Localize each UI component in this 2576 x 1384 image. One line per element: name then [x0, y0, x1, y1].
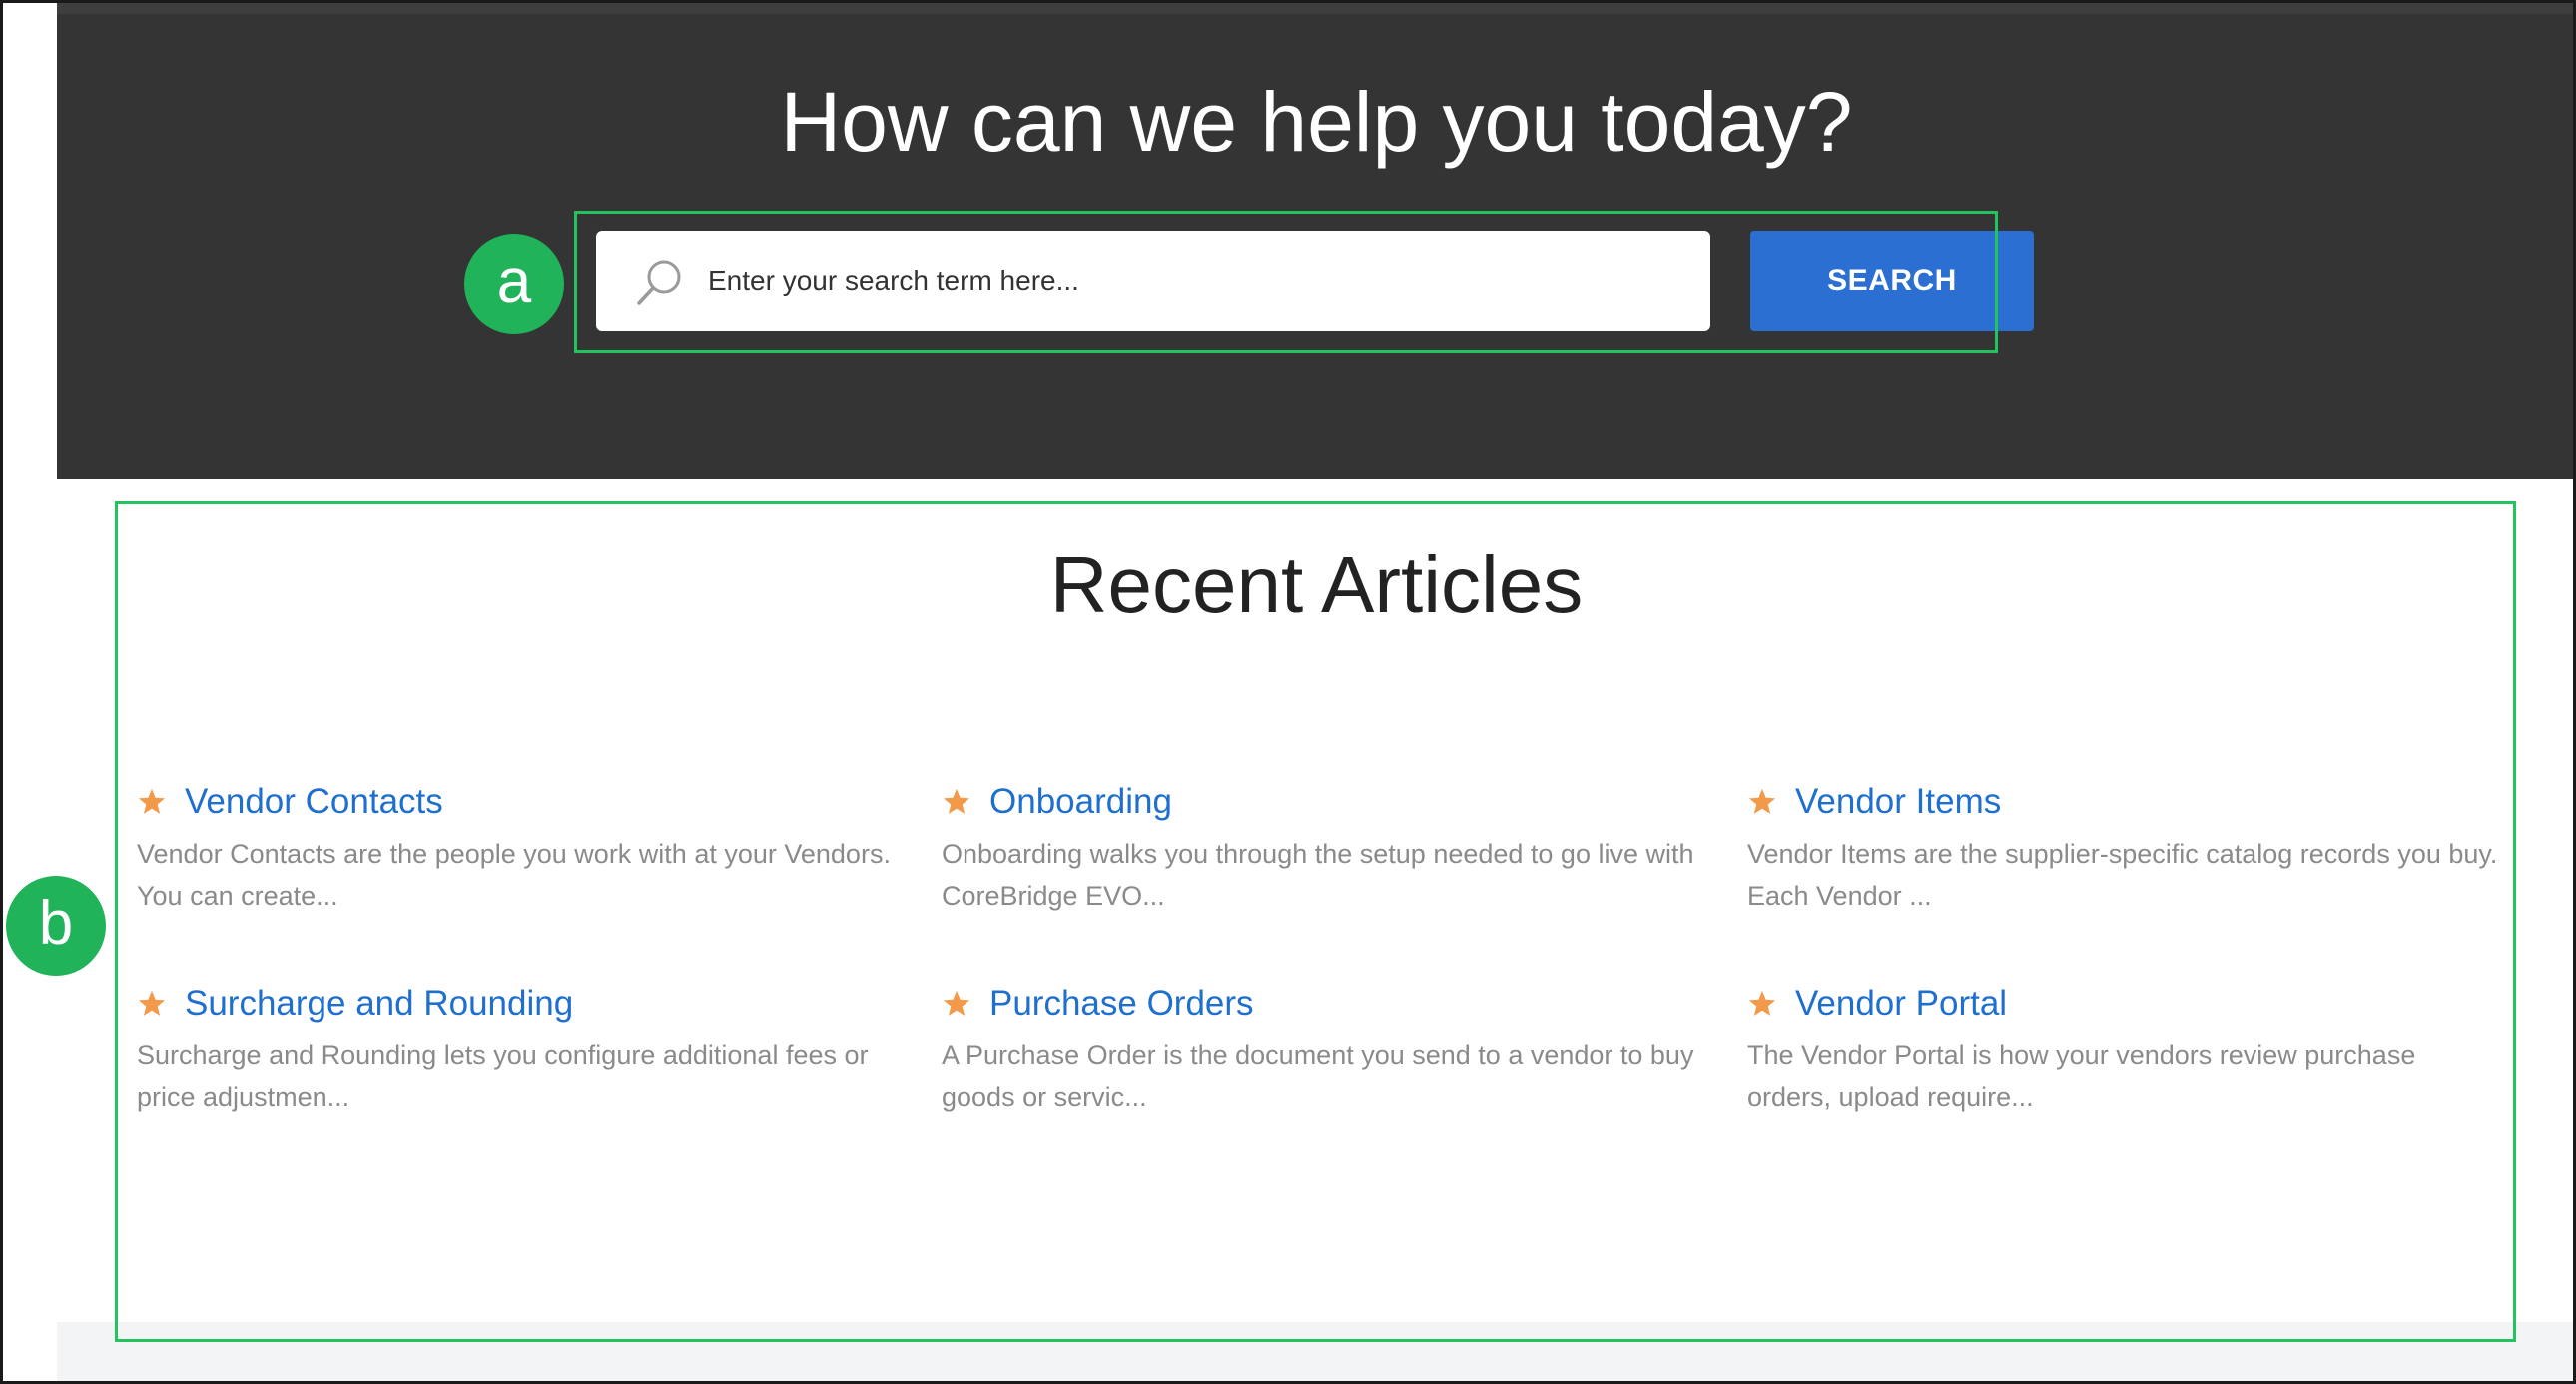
- article-excerpt: Vendor Contacts are the people you work …: [137, 839, 891, 911]
- star-icon: [1748, 990, 1776, 1016]
- search-input[interactable]: [708, 231, 1686, 331]
- star-icon: [943, 990, 970, 1016]
- article-item: Vendor Portal The Vendor Portal is how y…: [1747, 983, 2506, 1118]
- footer-strip: [57, 1322, 2573, 1384]
- search-button[interactable]: SEARCH: [1750, 231, 2034, 331]
- search-icon: [637, 260, 681, 305]
- article-excerpt: Surcharge and Rounding lets you configur…: [137, 1040, 869, 1112]
- article-excerpt: Vendor Items are the supplier-specific c…: [1747, 839, 2498, 911]
- article-item: Surcharge and Rounding Surcharge and Rou…: [137, 983, 896, 1118]
- star-icon: [138, 990, 166, 1016]
- hero-title: How can we help you today?: [780, 75, 1853, 169]
- callout-a-badge: a: [464, 234, 564, 334]
- article-link[interactable]: Vendor Contacts: [185, 781, 443, 823]
- article-item: Vendor Items Vendor Items are the suppli…: [1747, 781, 2506, 917]
- search-box[interactable]: [596, 231, 1710, 331]
- article-item: Vendor Contacts Vendor Contacts are the …: [137, 781, 896, 917]
- article-excerpt: Onboarding walks you through the setup n…: [942, 839, 1694, 911]
- star-icon: [1748, 788, 1776, 814]
- callout-b-badge: b: [6, 876, 106, 976]
- article-link[interactable]: Surcharge and Rounding: [185, 983, 573, 1025]
- article-link[interactable]: Vendor Items: [1795, 781, 2001, 823]
- article-link[interactable]: Vendor Portal: [1795, 983, 2007, 1025]
- article-excerpt: A Purchase Order is the document you sen…: [942, 1040, 1694, 1112]
- star-icon: [138, 788, 166, 814]
- article-excerpt: The Vendor Portal is how your vendors re…: [1747, 1040, 2416, 1112]
- article-link[interactable]: Purchase Orders: [989, 983, 1254, 1025]
- star-icon: [943, 788, 970, 814]
- recent-articles-title: Recent Articles: [1049, 540, 1584, 629]
- article-link[interactable]: Onboarding: [989, 781, 1172, 823]
- article-item: Purchase Orders A Purchase Order is the …: [942, 983, 1700, 1118]
- article-item: Onboarding Onboarding walks you through …: [942, 781, 1700, 917]
